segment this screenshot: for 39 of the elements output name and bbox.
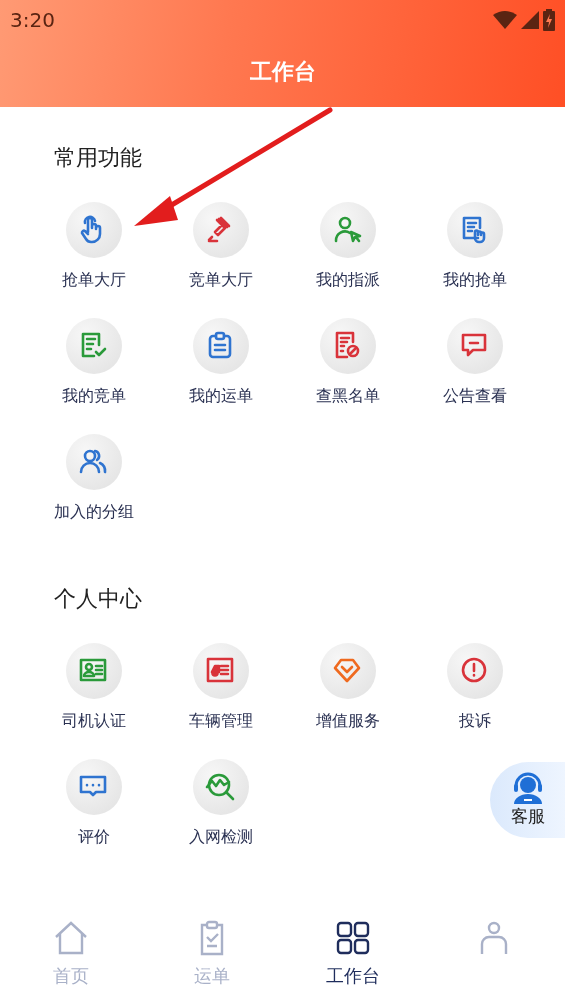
section-title: 个人中心: [53, 585, 143, 613]
feature-button[interactable]: 竞单大厅: [188, 202, 253, 292]
feature-button[interactable]: 司机认证: [61, 643, 126, 733]
chart-search-icon: [192, 759, 249, 815]
gavel-icon: [192, 202, 249, 258]
feature-button[interactable]: 加入的分组: [53, 434, 134, 524]
clipboard-icon: [192, 318, 249, 374]
signal-icon: [521, 11, 539, 29]
vehicle-card-icon: [192, 643, 249, 699]
page-title: 工作台: [248, 58, 317, 86]
clock-time: 3:20: [10, 7, 55, 34]
feature-button[interactable]: 我的抢单: [442, 202, 507, 292]
feature-button[interactable]: 入网检测: [188, 759, 253, 849]
document-ban-icon: [319, 318, 376, 374]
group-icon: [65, 434, 122, 490]
battery-icon: [543, 9, 555, 31]
grid-icon: [335, 920, 372, 956]
message-icon: [446, 318, 503, 374]
feature-button[interactable]: 公告查看: [442, 318, 507, 408]
id-card-icon: [65, 643, 122, 699]
nav-tab[interactable]: 工作台: [282, 920, 424, 989]
section-title: 常用功能: [53, 144, 143, 172]
feature-button[interactable]: 抢单大厅: [61, 202, 126, 292]
customer-service-button[interactable]: 客服: [490, 762, 565, 838]
document-check-icon: [65, 318, 122, 374]
alert-icon: [446, 643, 503, 699]
feature-button[interactable]: 我的竞单: [61, 318, 126, 408]
feature-button[interactable]: 我的指派: [315, 202, 380, 292]
comment-icon: [65, 759, 122, 815]
feature-button[interactable]: 评价: [65, 759, 122, 849]
user-cursor-icon: [319, 202, 376, 258]
hand-pointer-icon: [65, 202, 122, 258]
feature-button[interactable]: 查黑名单: [315, 318, 380, 408]
wifi-icon: [493, 11, 517, 29]
feature-button[interactable]: 增值服务: [315, 643, 380, 733]
feature-button[interactable]: 我的运单: [188, 318, 253, 408]
feature-button[interactable]: 投诉: [446, 643, 503, 733]
document-hand-icon: [446, 202, 503, 258]
feature-button[interactable]: 车辆管理: [188, 643, 253, 733]
